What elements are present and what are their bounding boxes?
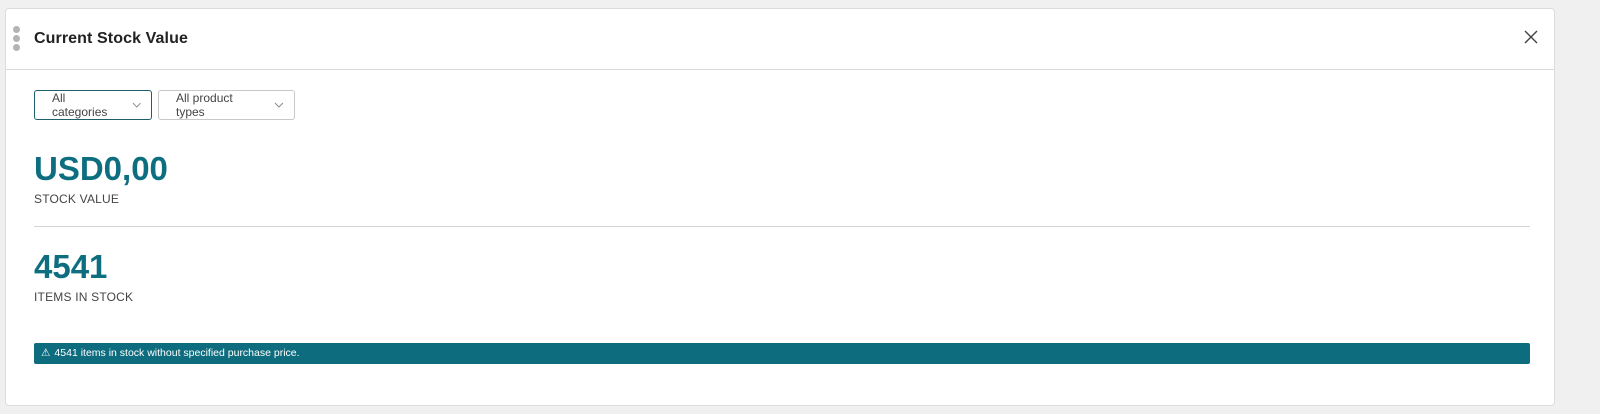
close-icon xyxy=(1524,30,1538,44)
widget-header: Current Stock Value xyxy=(6,9,1554,70)
stock-value-amount: USD0,00 xyxy=(34,150,168,187)
product-type-filter-value: All product types xyxy=(176,91,233,119)
stock-value-label: STOCK VALUE xyxy=(34,192,120,206)
items-in-stock-metric: 4541 ITEMS IN STOCK xyxy=(34,248,134,305)
category-filter-value: All categories xyxy=(52,91,108,119)
warning-alert: ⚠ 4541 items in stock without specified p… xyxy=(34,343,1530,364)
chevron-down-icon xyxy=(132,102,141,108)
filter-bar: All categories All product types xyxy=(34,90,295,120)
widget-title: Current Stock Value xyxy=(34,30,188,47)
warning-icon: ⚠ xyxy=(41,347,51,359)
stock-value-metric: USD0,00 STOCK VALUE xyxy=(34,150,168,207)
warning-alert-text: 4541 items in stock without specified pu… xyxy=(54,347,300,359)
chevron-down-icon xyxy=(274,102,284,108)
items-in-stock-count: 4541 xyxy=(34,248,108,285)
drag-handle-icon[interactable] xyxy=(13,26,21,52)
current-stock-value-widget: Current Stock Value All categories All p… xyxy=(5,8,1555,406)
category-filter-select[interactable]: All categories xyxy=(34,90,152,120)
close-button[interactable] xyxy=(1522,28,1540,46)
divider xyxy=(34,226,1530,227)
product-type-filter-select[interactable]: All product types xyxy=(158,90,295,120)
items-in-stock-label: ITEMS IN STOCK xyxy=(34,290,134,304)
